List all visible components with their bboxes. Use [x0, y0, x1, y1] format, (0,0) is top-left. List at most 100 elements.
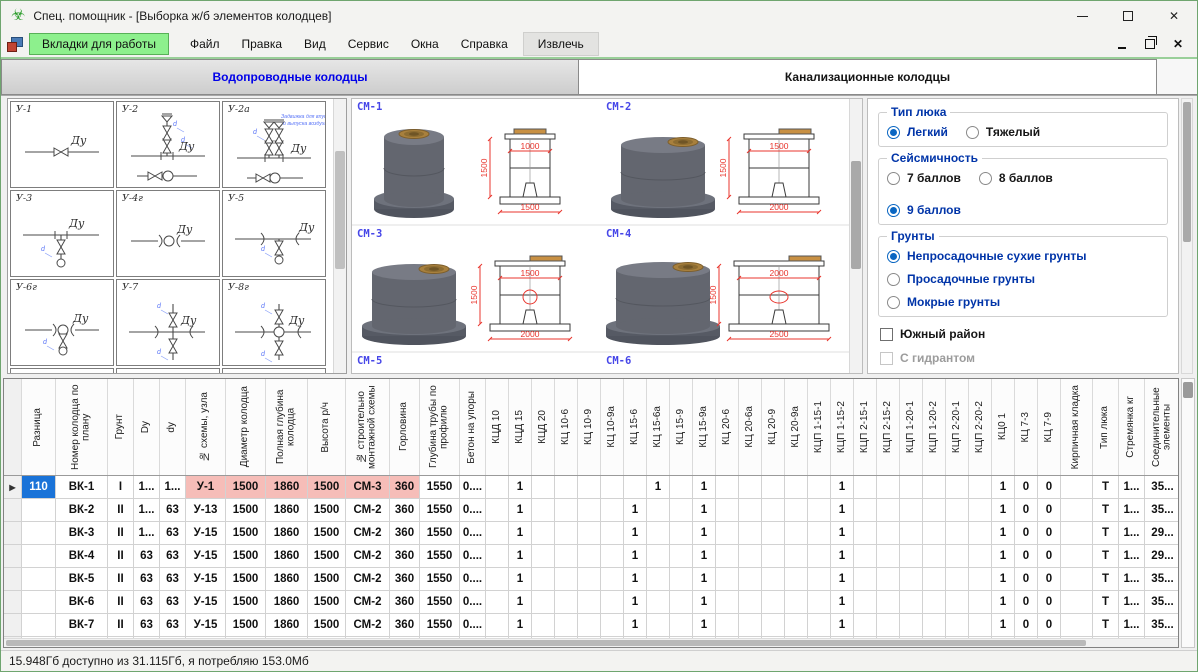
header-cell-sm[interactable]: № строительно монтажной схемы	[346, 379, 390, 475]
cell-3-kcp2201[interactable]	[946, 545, 969, 567]
cell-5-kirpich[interactable]	[1061, 591, 1093, 613]
cell-0-kc206[interactable]	[716, 476, 739, 498]
cell-2-kcd10[interactable]	[486, 522, 509, 544]
cell-2-kcp2152[interactable]	[877, 522, 900, 544]
cell-5-beton[interactable]: 0....	[460, 591, 486, 613]
cell-4-kcp1151[interactable]	[808, 568, 831, 590]
cell-0-kc109a[interactable]	[601, 476, 624, 498]
cell-1-soed[interactable]: 35...	[1145, 499, 1179, 521]
cell-3-schema[interactable]: У-15	[186, 545, 226, 567]
cell-2-strem[interactable]: 1...	[1119, 522, 1145, 544]
menu-item-2[interactable]: Вид	[293, 33, 337, 55]
radio-selected-icon[interactable]	[887, 126, 900, 139]
cell-4-kcp2151[interactable]	[854, 568, 877, 590]
cell-6-dy2[interactable]: 63	[160, 614, 186, 636]
cell-0-kc209[interactable]	[762, 476, 785, 498]
cell-4-kc109[interactable]	[578, 568, 601, 590]
cell-1-kc209a[interactable]	[785, 499, 808, 521]
cell-0-kc156a[interactable]: 1	[647, 476, 670, 498]
cell-0-sel[interactable]: ▶	[4, 476, 22, 498]
wells-scrollbar[interactable]	[849, 99, 862, 373]
cell-4-kcp2202[interactable]	[969, 568, 992, 590]
cell-3-kcp2151[interactable]	[854, 545, 877, 567]
cell-6-kcd15[interactable]: 1	[509, 614, 532, 636]
cell-4-kc109a[interactable]	[601, 568, 624, 590]
cell-5-kcp1152[interactable]: 1	[831, 591, 854, 613]
cell-0-kc156[interactable]	[624, 476, 647, 498]
cell-6-kc159a[interactable]: 1	[693, 614, 716, 636]
cell-3-kc109a[interactable]	[601, 545, 624, 567]
cell-4-kc209[interactable]	[762, 568, 785, 590]
cell-3-kcp2152[interactable]	[877, 545, 900, 567]
header-cell-depth[interactable]: Полная глубина колодца	[266, 379, 308, 475]
minimize-button[interactable]	[1059, 1, 1105, 31]
cell-0-soed[interactable]: 35...	[1145, 476, 1179, 498]
cell-6-strem[interactable]: 1...	[1119, 614, 1145, 636]
cell-6-schema[interactable]: У-15	[186, 614, 226, 636]
cell-6-kc109a[interactable]	[601, 614, 624, 636]
cell-4-grunt[interactable]: II	[108, 568, 134, 590]
cell-1-kc109[interactable]	[578, 499, 601, 521]
cell-0-kcp1151[interactable]	[808, 476, 831, 498]
cell-0-schema[interactable]: У-1	[186, 476, 226, 498]
maximize-button[interactable]	[1105, 1, 1151, 31]
schematic-cell-8[interactable]: У-8гddДу	[222, 279, 326, 366]
cell-2-kcd20[interactable]	[532, 522, 555, 544]
cell-4-kcp2201[interactable]	[946, 568, 969, 590]
cell-4-kcp2152[interactable]	[877, 568, 900, 590]
cell-3-gorl[interactable]: 360	[390, 545, 420, 567]
cell-1-num[interactable]: ВК-2	[56, 499, 108, 521]
cell-1-sm[interactable]: СМ-2	[346, 499, 390, 521]
cell-1-kcd20[interactable]	[532, 499, 555, 521]
cell-5-kc159a[interactable]: 1	[693, 591, 716, 613]
cell-1-beton[interactable]: 0....	[460, 499, 486, 521]
cell-5-diam[interactable]: 1500	[226, 591, 266, 613]
cell-5-kc156a[interactable]	[647, 591, 670, 613]
cell-5-glub[interactable]: 1550	[420, 591, 460, 613]
cell-1-dy1[interactable]: 1...	[134, 499, 160, 521]
cell-4-kc156a[interactable]	[647, 568, 670, 590]
cell-3-kc159[interactable]	[670, 545, 693, 567]
header-cell-sel[interactable]	[4, 379, 22, 475]
header-cell-kcd10[interactable]: КЦД 10	[486, 379, 509, 475]
cell-6-kcp2202[interactable]	[969, 614, 992, 636]
cell-6-beton[interactable]: 0....	[460, 614, 486, 636]
cell-0-kcd10[interactable]	[486, 476, 509, 498]
cell-6-kcd10[interactable]	[486, 614, 509, 636]
cell-6-depth[interactable]: 1860	[266, 614, 308, 636]
cell-0-glub[interactable]: 1550	[420, 476, 460, 498]
cell-5-kc106[interactable]	[555, 591, 578, 613]
cell-6-soed[interactable]: 35...	[1145, 614, 1179, 636]
cell-5-kc01[interactable]: 1	[992, 591, 1015, 613]
header-cell-kcp1201[interactable]: КЦП 1-20-1	[900, 379, 923, 475]
cell-5-gorl[interactable]: 360	[390, 591, 420, 613]
cell-2-schema[interactable]: У-15	[186, 522, 226, 544]
cell-1-kcd15[interactable]: 1	[509, 499, 532, 521]
cell-6-grunt[interactable]: II	[108, 614, 134, 636]
cell-3-depth[interactable]: 1860	[266, 545, 308, 567]
cell-6-kc209a[interactable]	[785, 614, 808, 636]
cell-1-kc206[interactable]	[716, 499, 739, 521]
cell-6-kcp1151[interactable]	[808, 614, 831, 636]
cell-3-kcp1201[interactable]	[900, 545, 923, 567]
cell-3-kcp1202[interactable]	[923, 545, 946, 567]
radio-option[interactable]: 9 баллов	[887, 203, 961, 217]
options-scrollbar-thumb[interactable]	[1183, 102, 1191, 242]
close-button[interactable]: ✕	[1151, 1, 1197, 31]
radio-option[interactable]: Тяжелый	[966, 125, 1040, 139]
cell-0-kcp2152[interactable]	[877, 476, 900, 498]
cell-6-height[interactable]: 1500	[308, 614, 346, 636]
cell-2-kc79[interactable]: 0	[1038, 522, 1061, 544]
options-scrollbar[interactable]	[1181, 98, 1193, 374]
checkbox-option-0[interactable]: Южный район	[880, 327, 1168, 341]
cell-5-kc209[interactable]	[762, 591, 785, 613]
cell-2-kcp1152[interactable]: 1	[831, 522, 854, 544]
cell-5-kc159[interactable]	[670, 591, 693, 613]
cell-6-kc106[interactable]	[555, 614, 578, 636]
cell-5-num[interactable]: ВК-6	[56, 591, 108, 613]
header-cell-kc156a[interactable]: КЦ 15-6а	[647, 379, 670, 475]
header-cell-kcp1202[interactable]: КЦП 1-20-2	[923, 379, 946, 475]
grid-hscrollbar-thumb[interactable]	[6, 640, 1086, 646]
cell-2-kirpich[interactable]	[1061, 522, 1093, 544]
cell-5-height[interactable]: 1500	[308, 591, 346, 613]
